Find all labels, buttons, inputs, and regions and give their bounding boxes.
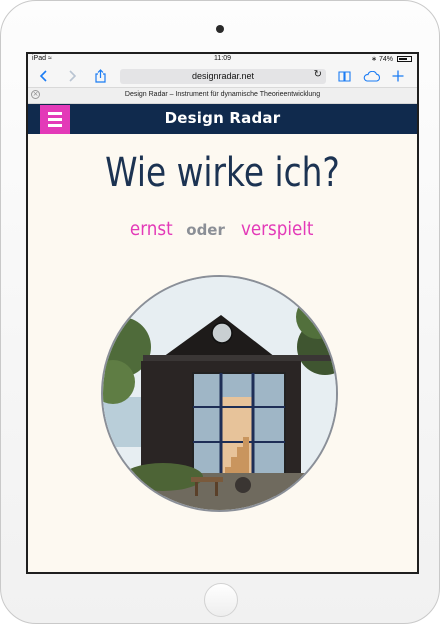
status-bar: iPad ≈ 11:09 ∗ 74% — [28, 54, 417, 65]
back-arrow-icon[interactable] — [36, 67, 50, 85]
bluetooth-icon: ∗ — [371, 56, 378, 63]
battery-icon — [397, 56, 412, 62]
forward-arrow-icon[interactable] — [66, 67, 80, 85]
house-photo — [101, 275, 338, 512]
plus-icon[interactable] — [390, 67, 406, 85]
tab-title[interactable]: Design Radar – Instrument für dynamische… — [28, 91, 417, 98]
conjunction-label: oder — [186, 221, 225, 239]
house-illustration — [103, 277, 336, 510]
browser-toolbar: designradar.net ↻ — [28, 65, 417, 88]
home-button[interactable] — [204, 583, 238, 617]
site-title[interactable]: Design Radar — [28, 109, 417, 127]
tab-bar: × Design Radar – Instrument für dynamisc… — [28, 88, 417, 104]
choice-row: ernst oder verspielt — [28, 218, 417, 240]
option-verspielt-link[interactable]: verspielt — [241, 218, 314, 240]
screen: iPad ≈ 11:09 ∗ 74% designradar.net ↻ × D… — [26, 52, 419, 574]
battery-percent: 74% — [378, 56, 393, 63]
url-text: designradar.net — [191, 71, 255, 81]
option-ernst-link[interactable]: ernst — [130, 218, 173, 240]
page-headline: Wie wirke ich? — [105, 150, 340, 196]
book-icon[interactable] — [336, 67, 352, 85]
share-icon[interactable] — [92, 67, 108, 85]
camera — [216, 25, 224, 33]
ipad-frame: iPad ≈ 11:09 ∗ 74% designradar.net ↻ × D… — [0, 0, 440, 624]
status-time: 11:09 — [214, 55, 231, 62]
site-header: Design Radar — [28, 104, 417, 134]
reload-icon[interactable]: ↻ — [314, 69, 322, 80]
battery-fill — [399, 58, 407, 60]
cloud-icon[interactable] — [362, 67, 382, 85]
address-bar[interactable]: designradar.net ↻ — [120, 69, 326, 84]
